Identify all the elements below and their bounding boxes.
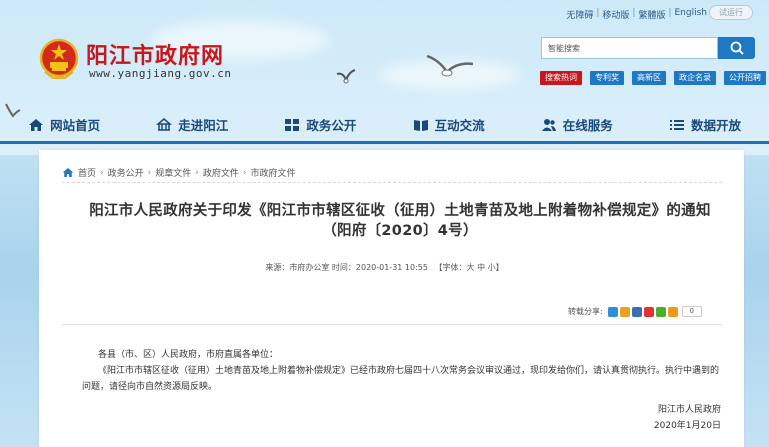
star-share-icon[interactable] <box>619 306 630 317</box>
trial-run-badge: 试运行 <box>709 5 753 20</box>
nav-underline <box>0 141 769 144</box>
list-icon <box>669 119 684 130</box>
hot-search-label: 搜索热词 <box>540 71 582 85</box>
hot-tag-recruitment[interactable]: 公开招聘 <box>724 71 766 85</box>
home-icon <box>29 118 44 131</box>
site-url: www.yangjiang.gov.cn <box>89 67 232 80</box>
share-bar: 转载分享: 0 <box>568 306 702 317</box>
main-nav: 网站首页 走进阳江 政务公开 互动交流 在线服务 数据开放 <box>0 108 769 141</box>
qq-share-icon[interactable] <box>631 306 642 317</box>
wechat-share-icon[interactable] <box>655 306 666 317</box>
hot-tag-patent[interactable]: 专利奖 <box>590 71 624 85</box>
article-title: 阳江市人民政府关于印发《阳江市市辖区征收（征用）土地青苗及地上附着物补偿规定》的… <box>89 203 711 239</box>
breadcrumb-regulations[interactable]: 规章文件 <box>155 166 191 179</box>
nav-open-data[interactable]: 数据开放 <box>641 115 769 134</box>
national-emblem-icon <box>39 38 79 79</box>
content-panel <box>39 150 744 447</box>
english-link[interactable]: English <box>675 8 708 21</box>
nav-label: 网站首页 <box>50 118 101 133</box>
seagull-icon <box>336 69 356 84</box>
font-size-control[interactable]: 【字体：大 中 小】 <box>435 263 504 272</box>
users-icon <box>541 118 556 131</box>
hot-search-tags: 搜索热词 专利奖 高新区 政企名录 公开招聘 <box>540 71 766 85</box>
greeting-paragraph: 各县（市、区）人民政府，市府直属各单位： <box>98 350 279 360</box>
nav-about-yangjiang[interactable]: 走进阳江 <box>128 115 256 134</box>
landmark-icon <box>156 117 173 131</box>
nav-label: 在线服务 <box>562 118 613 133</box>
search-input[interactable]: 智能搜索 <box>541 37 718 59</box>
nav-interaction[interactable]: 互动交流 <box>385 115 513 134</box>
breadcrumb-gov-documents[interactable]: 政府文件 <box>203 166 239 179</box>
nav-government-affairs[interactable]: 政务公开 <box>256 115 384 134</box>
qzone-share-icon[interactable] <box>607 306 618 317</box>
traditional-chinese-link[interactable]: 繁體版 <box>638 8 665 21</box>
nav-online-service[interactable]: 在线服务 <box>513 115 641 134</box>
breadcrumb: 首页 › 政务公开 › 规章文件 › 政府文件 › 市政府文件 <box>62 166 296 179</box>
search-button[interactable] <box>718 37 755 59</box>
nav-label: 互动交流 <box>434 118 485 133</box>
nav-label: 政务公开 <box>306 118 357 133</box>
hot-tag-directory[interactable]: 政企名录 <box>674 71 716 85</box>
breadcrumb-gov-affairs[interactable]: 政务公开 <box>108 166 144 179</box>
site-title[interactable]: 阳江市政府网 <box>86 38 224 70</box>
divider <box>62 324 722 325</box>
accessibility-link[interactable]: 无障碍 <box>566 8 593 21</box>
body-paragraph: 《阳江市市辖区征收（征用）土地青苗及地上附着物补偿规定》已经市政府七届四十八次常… <box>82 366 720 392</box>
divider <box>62 182 722 183</box>
more-share-icon[interactable] <box>667 306 678 317</box>
share-count: 0 <box>681 306 702 317</box>
grid-icon <box>285 118 300 131</box>
share-label: 转载分享: <box>568 307 603 316</box>
article-body: 各县（市、区）人民政府，市府直属各单位： 《阳江市市辖区征收（征用）土地青苗及地… <box>82 347 722 395</box>
signature-org: 阳江市人民政府 <box>657 405 721 415</box>
signature-date: 2020年1月20日 <box>653 421 721 431</box>
signature-block: 阳江市人民政府 2020年1月20日 <box>654 402 721 434</box>
article-meta: 来源：市府办公室 时间：2020-01-31 10:55 【字体：大 中 小】 <box>0 262 769 273</box>
hot-tag-hitech[interactable]: 高新区 <box>632 71 666 85</box>
source-and-time: 来源：市府办公室 时间：2020-01-31 10:55 <box>265 263 428 272</box>
weibo-share-icon[interactable] <box>643 306 654 317</box>
nav-label: 数据开放 <box>690 118 741 133</box>
search-icon <box>730 41 744 55</box>
book-icon <box>413 119 428 131</box>
breadcrumb-home[interactable]: 首页 <box>78 166 96 179</box>
seagull-icon <box>426 54 474 77</box>
breadcrumb-city-gov-documents[interactable]: 市政府文件 <box>251 166 296 179</box>
nav-label: 走进阳江 <box>178 118 229 133</box>
top-utility-links: 无障碍 | 移动版 | 繁體版 | English <box>566 8 707 21</box>
mobile-version-link[interactable]: 移动版 <box>602 8 629 21</box>
home-icon <box>62 168 74 177</box>
nav-home[interactable]: 网站首页 <box>0 115 128 134</box>
